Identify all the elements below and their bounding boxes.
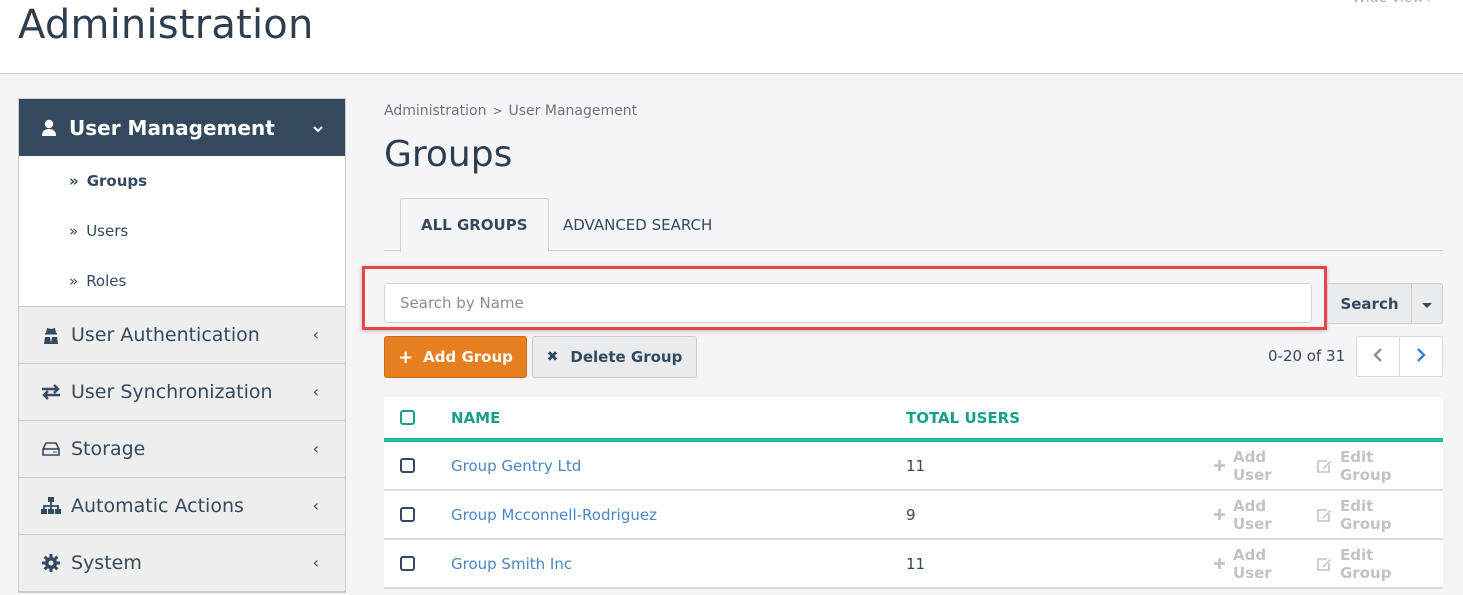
edit-icon — [1317, 557, 1332, 571]
sitemap-icon — [41, 497, 61, 515]
table-row: Group Gentry Ltd 11 Add User Edit Group — [384, 442, 1443, 491]
search-input[interactable] — [384, 283, 1312, 323]
chevron-left-icon: ‹ — [312, 325, 319, 344]
caret-down-icon — [1422, 294, 1432, 313]
sidebar-item-user-synchronization[interactable]: User Synchronization ‹ — [19, 364, 345, 421]
delete-group-label: Delete Group — [570, 348, 683, 366]
edit-group-button[interactable]: Edit Group — [1317, 546, 1417, 582]
column-header-total-users[interactable]: TOTAL USERS — [906, 409, 1196, 427]
group-name-link[interactable]: Group Smith Inc — [451, 555, 572, 573]
pagination-range: 0-20 of 31 — [1268, 347, 1346, 365]
wide-view-link[interactable]: Wide view↗ — [1352, 0, 1435, 6]
page-title: Groups — [384, 134, 513, 175]
edit-group-button[interactable]: Edit Group — [1317, 448, 1417, 484]
total-users-value: 9 — [906, 505, 916, 524]
group-name-link[interactable]: Group Gentry Ltd — [451, 457, 581, 475]
plus-icon — [1214, 558, 1225, 569]
chevron-right-icon: > — [492, 104, 503, 118]
plus-icon — [1214, 460, 1225, 471]
table-header: NAME TOTAL USERS — [384, 397, 1443, 442]
next-page-button[interactable] — [1400, 337, 1442, 376]
wide-view-label: Wide view — [1352, 0, 1424, 6]
top-bar: Administration Wide view↗ — [0, 0, 1463, 74]
table-row: Group Smith Inc 11 Add User Edit Group — [384, 540, 1443, 589]
sidebar-item-label: Storage — [71, 438, 146, 460]
add-user-button[interactable]: Add User — [1214, 546, 1299, 582]
close-icon: ✖ — [546, 349, 559, 365]
user-secret-icon — [41, 326, 61, 344]
chevron-left-icon: ‹ — [312, 439, 319, 458]
row-checkbox[interactable] — [400, 507, 415, 522]
external-link-icon: ↗ — [1426, 0, 1435, 5]
sidebar-item-label: User Synchronization — [71, 381, 273, 403]
tab-advanced-search[interactable]: ADVANCED SEARCH — [543, 198, 732, 251]
sidebar-section-label: User Management — [69, 115, 275, 140]
delete-group-button[interactable]: ✖ Delete Group — [532, 336, 697, 378]
double-chevron-right-icon: » — [69, 222, 79, 240]
sidebar-item-automatic-actions[interactable]: Automatic Actions ‹ — [19, 478, 345, 535]
sidebar: User Management » Groups » Users » Roles… — [18, 98, 346, 593]
table-row: Group Mcconnell-Rodriguez 9 Add User Edi… — [384, 491, 1443, 540]
edit-group-label: Edit Group — [1340, 447, 1392, 484]
edit-group-button[interactable]: Edit Group — [1317, 497, 1417, 533]
sidebar-item-roles[interactable]: » Roles — [19, 256, 345, 306]
gear-icon — [41, 554, 61, 572]
column-header-name[interactable]: NAME — [451, 409, 906, 427]
search-options-dropdown[interactable] — [1411, 283, 1443, 324]
sidebar-item-label: Roles — [86, 272, 127, 290]
add-group-label: Add Group — [423, 348, 513, 366]
plus-icon: + — [398, 346, 414, 368]
sidebar-item-system[interactable]: System ‹ — [19, 535, 345, 592]
app-title: Administration — [18, 2, 314, 48]
chevron-left-icon — [1373, 347, 1383, 366]
chevron-down-icon[interactable] — [311, 117, 325, 141]
total-users-value: 11 — [906, 554, 926, 573]
add-group-button[interactable]: + Add Group — [384, 336, 527, 378]
row-checkbox[interactable] — [400, 458, 415, 473]
search-button[interactable]: Search — [1327, 283, 1412, 324]
edit-group-label: Edit Group — [1340, 545, 1392, 582]
select-all-checkbox[interactable] — [400, 410, 415, 425]
sidebar-item-label: Groups — [86, 172, 148, 190]
sidebar-item-users[interactable]: » Users — [19, 206, 345, 256]
total-users-value: 11 — [906, 456, 926, 475]
sidebar-item-label: Automatic Actions — [71, 495, 244, 517]
sidebar-sub-list: » Groups » Users » Roles — [19, 156, 345, 307]
add-user-label: Add User — [1233, 447, 1272, 484]
sidebar-item-label: User Authentication — [71, 324, 260, 346]
previous-page-button[interactable] — [1357, 337, 1400, 376]
tab-bar: ALL GROUPS ADVANCED SEARCH — [384, 198, 1443, 252]
breadcrumb-item-user-management[interactable]: User Management — [509, 103, 638, 119]
add-user-button[interactable]: Add User — [1214, 497, 1299, 533]
edit-icon — [1317, 459, 1332, 473]
chevron-left-icon: ‹ — [312, 382, 319, 401]
row-checkbox[interactable] — [400, 556, 415, 571]
chevron-left-icon: ‹ — [312, 553, 319, 572]
group-name-link[interactable]: Group Mcconnell-Rodriguez — [451, 506, 657, 524]
user-icon — [41, 119, 57, 137]
pagination-controls — [1356, 336, 1443, 377]
double-chevron-right-icon: » — [69, 172, 79, 190]
breadcrumb-item-administration[interactable]: Administration — [384, 103, 486, 119]
sidebar-item-user-authentication[interactable]: User Authentication ‹ — [19, 307, 345, 364]
exchange-icon — [41, 384, 61, 400]
hdd-icon — [41, 442, 61, 456]
double-chevron-right-icon: » — [69, 272, 79, 290]
groups-table: NAME TOTAL USERS Group Gentry Ltd 11 Add… — [384, 397, 1443, 589]
edit-group-label: Edit Group — [1340, 496, 1392, 533]
breadcrumb: Administration > User Management — [384, 103, 637, 119]
sidebar-item-label: System — [71, 552, 142, 574]
chevron-right-icon — [1416, 347, 1426, 366]
tab-all-groups[interactable]: ALL GROUPS — [400, 198, 549, 252]
add-user-label: Add User — [1233, 545, 1272, 582]
sidebar-item-storage[interactable]: Storage ‹ — [19, 421, 345, 478]
add-user-label: Add User — [1233, 496, 1272, 533]
sidebar-item-groups[interactable]: » Groups — [19, 156, 345, 206]
sidebar-item-label: Users — [86, 222, 129, 240]
plus-icon — [1214, 509, 1225, 520]
edit-icon — [1317, 508, 1332, 522]
add-user-button[interactable]: Add User — [1214, 448, 1299, 484]
sidebar-section-user-management[interactable]: User Management — [19, 99, 345, 156]
chevron-left-icon: ‹ — [312, 496, 319, 515]
